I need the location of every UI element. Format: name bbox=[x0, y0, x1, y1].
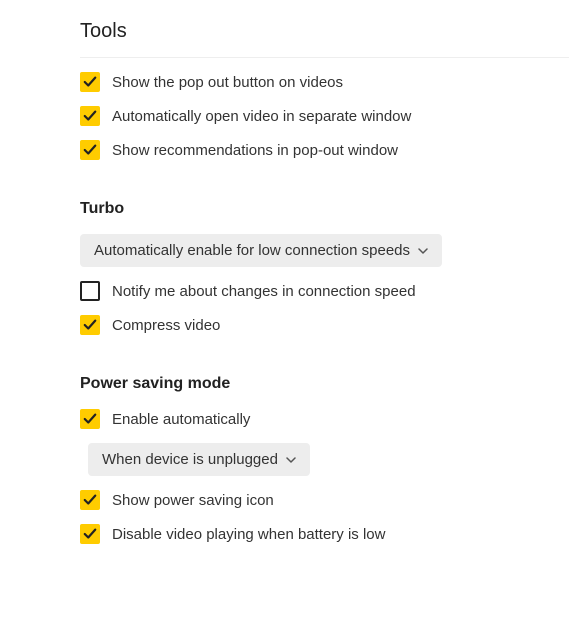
option-compress-video: Compress video bbox=[80, 315, 569, 335]
checkbox-disable-video[interactable] bbox=[80, 524, 100, 544]
checkbox-notify-speed[interactable] bbox=[80, 281, 100, 301]
turbo-dropdown-label: Automatically enable for low connection … bbox=[94, 242, 410, 259]
option-enable-auto: Enable automatically bbox=[80, 409, 569, 429]
power-section-title: Power saving mode bbox=[80, 375, 569, 393]
option-recommendations: Show recommendations in pop-out window bbox=[80, 140, 569, 160]
check-icon bbox=[83, 412, 97, 426]
power-dropdown-label: When device is unplugged bbox=[102, 451, 278, 468]
checkbox-recommendations[interactable] bbox=[80, 140, 100, 160]
option-notify-speed: Notify me about changes in connection sp… bbox=[80, 281, 569, 301]
option-disable-video: Disable video playing when battery is lo… bbox=[80, 524, 569, 544]
check-icon bbox=[83, 109, 97, 123]
label-popout-button: Show the pop out button on videos bbox=[112, 74, 343, 91]
label-notify-speed: Notify me about changes in connection sp… bbox=[112, 283, 416, 300]
label-compress-video: Compress video bbox=[112, 317, 220, 334]
check-icon bbox=[83, 318, 97, 332]
label-show-icon: Show power saving icon bbox=[112, 492, 274, 509]
checkbox-compress-video[interactable] bbox=[80, 315, 100, 335]
turbo-mode-dropdown[interactable]: Automatically enable for low connection … bbox=[80, 234, 442, 267]
checkbox-enable-auto[interactable] bbox=[80, 409, 100, 429]
chevron-down-icon bbox=[286, 455, 296, 465]
label-recommendations: Show recommendations in pop-out window bbox=[112, 142, 398, 159]
chevron-down-icon bbox=[418, 246, 428, 256]
option-auto-open-video: Automatically open video in separate win… bbox=[80, 106, 569, 126]
option-show-icon: Show power saving icon bbox=[80, 490, 569, 510]
check-icon bbox=[83, 527, 97, 541]
check-icon bbox=[83, 75, 97, 89]
checkbox-show-icon[interactable] bbox=[80, 490, 100, 510]
tools-section-title: Tools bbox=[80, 20, 569, 43]
option-popout-button: Show the pop out button on videos bbox=[80, 72, 569, 92]
check-icon bbox=[83, 143, 97, 157]
label-enable-auto: Enable automatically bbox=[112, 411, 250, 428]
check-icon bbox=[83, 493, 97, 507]
label-auto-open-video: Automatically open video in separate win… bbox=[112, 108, 411, 125]
section-divider bbox=[80, 57, 569, 58]
power-condition-dropdown[interactable]: When device is unplugged bbox=[88, 443, 310, 476]
checkbox-auto-open-video[interactable] bbox=[80, 106, 100, 126]
label-disable-video: Disable video playing when battery is lo… bbox=[112, 526, 385, 543]
turbo-section-title: Turbo bbox=[80, 200, 569, 218]
checkbox-popout-button[interactable] bbox=[80, 72, 100, 92]
